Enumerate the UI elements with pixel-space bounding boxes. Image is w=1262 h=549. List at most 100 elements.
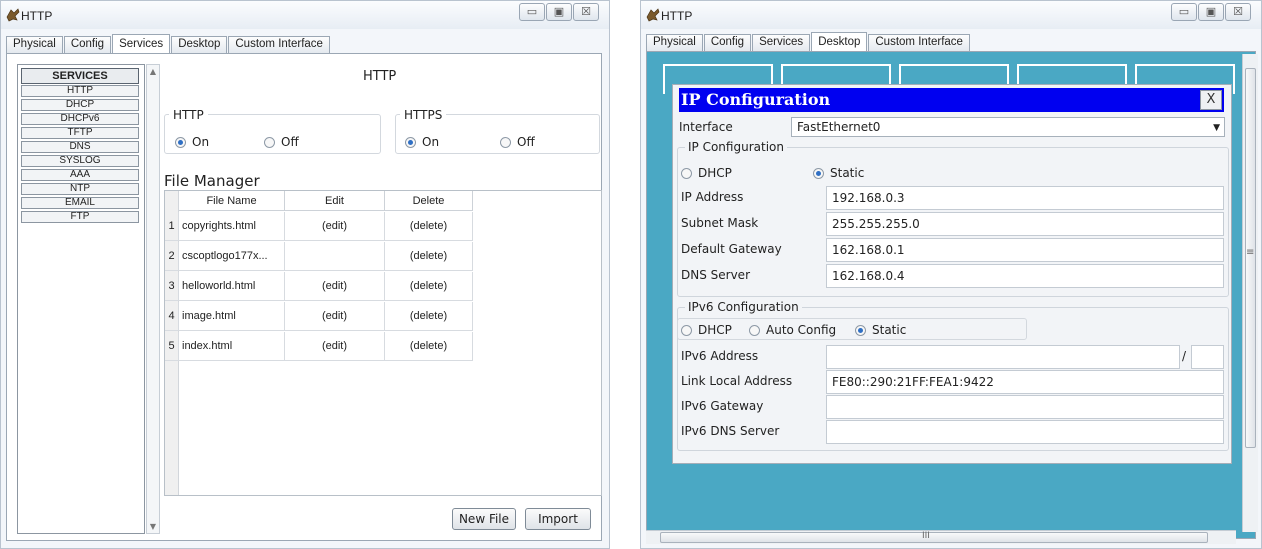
close-button[interactable]: ☒ — [1225, 3, 1251, 21]
row-number: 4 — [165, 302, 179, 331]
pc-icon — [646, 8, 660, 22]
tab-config[interactable]: Config — [703, 34, 752, 51]
row-number: 3 — [165, 272, 179, 301]
column-header-file-name: File Name — [179, 191, 285, 211]
tab-physical[interactable]: Physical — [646, 34, 703, 51]
dhcp-label: DHCP — [698, 166, 732, 180]
service-item-dhcp[interactable]: DHCP — [21, 99, 139, 111]
maximize-button[interactable]: ▣ — [546, 3, 572, 21]
scroll-down-icon[interactable]: ▼ — [147, 522, 159, 531]
ipv6-auto-config-label: Auto Config — [766, 323, 837, 337]
service-item-tftp[interactable]: TFTP — [21, 127, 139, 139]
tab-physical[interactable]: Physical — [6, 36, 63, 53]
delete-link[interactable]: (delete) — [385, 272, 473, 301]
maximize-button[interactable]: ▣ — [1198, 3, 1224, 21]
prefix-separator: / — [1182, 349, 1187, 363]
ipv6-prefix-field[interactable] — [1191, 345, 1224, 369]
scroll-thumb[interactable] — [1245, 68, 1256, 448]
service-item-dhcpv6[interactable]: DHCPv6 — [21, 113, 139, 125]
default-gateway-label: Default Gateway — [681, 242, 782, 256]
new-file-button[interactable]: New File — [452, 508, 516, 530]
dns-server-field[interactable]: 162.168.0.4 — [826, 264, 1224, 288]
edit-link — [285, 242, 385, 271]
service-item-dns[interactable]: DNS — [21, 141, 139, 153]
edit-link[interactable]: (edit) — [285, 272, 385, 301]
interface-value: FastEthernet0 — [797, 120, 881, 134]
ipv6-dhcp-radio[interactable]: DHCP — [681, 323, 732, 337]
service-item-aaa[interactable]: AAA — [21, 169, 139, 181]
service-item-http[interactable]: HTTP — [21, 85, 139, 97]
column-header-edit: Edit — [285, 191, 385, 211]
services-list: SERVICES HTTP DHCP DHCPv6 TFTP DNS SYSLO… — [17, 64, 145, 534]
dialog-close-button[interactable]: X — [1200, 90, 1222, 110]
http-on-radio[interactable]: On — [175, 135, 209, 149]
dialog-title-bar: IP Configuration X — [679, 88, 1224, 112]
tab-desktop[interactable]: Desktop — [811, 32, 868, 52]
window-title: HTTP — [21, 9, 53, 23]
ipv6-static-radio[interactable]: Static — [855, 323, 906, 337]
vertical-scrollbar[interactable]: ≡ — [1242, 54, 1258, 532]
radio-selected-icon — [855, 324, 866, 336]
dhcp-radio[interactable]: DHCP — [681, 166, 732, 180]
service-item-ntp[interactable]: NTP — [21, 183, 139, 195]
static-radio[interactable]: Static — [813, 166, 864, 180]
tab-config[interactable]: Config — [63, 36, 112, 53]
delete-link[interactable]: (delete) — [385, 332, 473, 361]
services-panel: SERVICES HTTP DHCP DHCPv6 TFTP DNS SYSLO… — [6, 53, 602, 541]
ipv6-auto-config-radio[interactable]: Auto Config — [749, 323, 836, 337]
minimize-button[interactable]: ▭ — [519, 3, 545, 21]
services-scrollbar[interactable]: ▲ ▼ — [146, 64, 160, 534]
default-gateway-field[interactable]: 162.168.0.1 — [826, 238, 1224, 262]
title-bar[interactable]: HTTP ▭ ▣ ☒ — [1, 1, 609, 29]
file-name: helloworld.html — [179, 272, 285, 301]
window-title: HTTP — [661, 9, 693, 23]
file-name: image.html — [179, 302, 285, 331]
https-group-title: HTTPS — [400, 108, 447, 122]
dialog-title: IP Configuration — [681, 90, 831, 109]
link-local-field[interactable]: FE80::290:21FF:FEA1:9422 — [826, 370, 1224, 394]
delete-link[interactable]: (delete) — [385, 302, 473, 331]
delete-link[interactable]: (delete) — [385, 212, 473, 241]
https-on-label: On — [422, 135, 440, 149]
scroll-thumb[interactable] — [660, 532, 1208, 543]
scroll-up-icon[interactable]: ▲ — [147, 67, 159, 76]
http-off-radio[interactable]: Off — [264, 135, 299, 149]
https-on-radio[interactable]: On — [405, 135, 439, 149]
tab-desktop[interactable]: Desktop — [171, 36, 228, 53]
service-item-email[interactable]: EMAIL — [21, 197, 139, 209]
close-button[interactable]: ☒ — [573, 3, 599, 21]
table-row: 5 index.html (edit) (delete) — [165, 332, 473, 361]
delete-link[interactable]: (delete) — [385, 242, 473, 271]
chevron-down-icon: ▼ — [1213, 123, 1220, 133]
edit-link[interactable]: (edit) — [285, 302, 385, 331]
row-number: 1 — [165, 212, 179, 241]
edit-link[interactable]: (edit) — [285, 212, 385, 241]
https-off-radio[interactable]: Off — [500, 135, 535, 149]
service-item-syslog[interactable]: SYSLOG — [21, 155, 139, 167]
tab-custom-interface[interactable]: Custom Interface — [228, 36, 330, 53]
file-name: cscoptlogo177x... — [179, 242, 285, 271]
service-item-ftp[interactable]: FTP — [21, 211, 139, 223]
ipv6-address-field[interactable] — [826, 345, 1180, 369]
subnet-mask-field[interactable]: 255.255.255.0 — [826, 212, 1224, 236]
http-heading: HTTP — [363, 69, 397, 84]
radio-unselected-icon — [500, 136, 511, 148]
file-name: copyrights.html — [179, 212, 285, 241]
tab-custom-interface[interactable]: Custom Interface — [868, 34, 970, 51]
ip-configuration-dialog: IP Configuration X Interface FastEtherne… — [672, 84, 1232, 464]
minimize-button[interactable]: ▭ — [1171, 3, 1197, 21]
edit-link[interactable]: (edit) — [285, 332, 385, 361]
tab-services[interactable]: Services — [752, 34, 811, 51]
title-bar[interactable]: HTTP ▭ ▣ ☒ — [641, 1, 1261, 29]
ip-address-field[interactable]: 192.168.0.3 — [826, 186, 1224, 210]
tab-services[interactable]: Services — [112, 34, 171, 54]
table-row: 3 helloworld.html (edit) (delete) — [165, 272, 473, 301]
ipv6-static-label: Static — [872, 323, 907, 337]
ipv6-gateway-field[interactable] — [826, 395, 1224, 419]
http-group-title: HTTP — [169, 108, 208, 122]
interface-select[interactable]: FastEthernet0 ▼ — [791, 117, 1225, 137]
import-button[interactable]: Import — [525, 508, 591, 530]
subnet-mask-label: Subnet Mask — [681, 216, 759, 230]
ipv6-dns-server-field[interactable] — [826, 420, 1224, 444]
horizontal-scrollbar[interactable]: III — [646, 530, 1236, 544]
